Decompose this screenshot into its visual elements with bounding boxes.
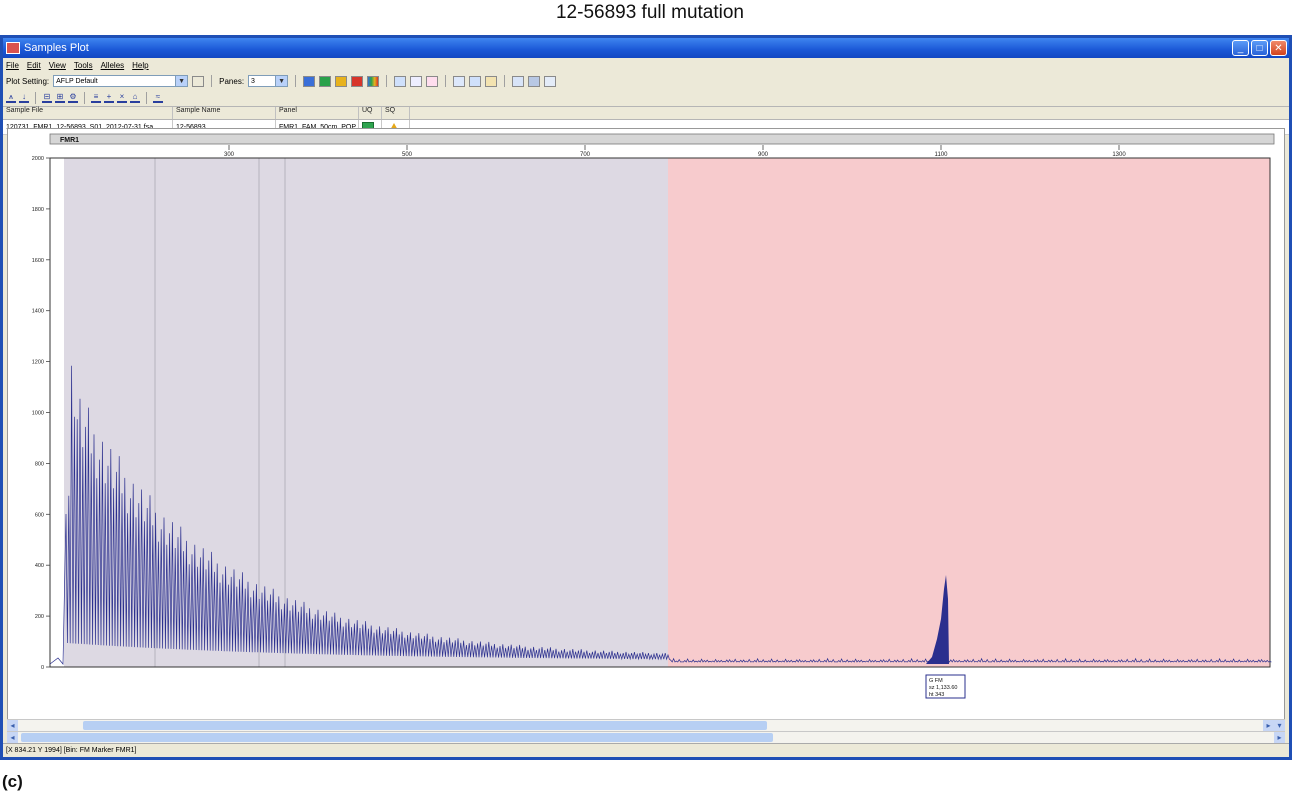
toolbar-top: Plot Setting: AFLP Default ▼ Panes: 3 ▼ xyxy=(3,72,1289,90)
settings-icon[interactable]: ⚙ xyxy=(68,93,78,103)
menu-edit[interactable]: Edit xyxy=(27,61,41,70)
col-uq[interactable]: UQ xyxy=(359,107,382,119)
electropherogram-icon[interactable]: ≈ xyxy=(153,93,163,103)
y-tick-label: 800 xyxy=(35,461,44,467)
marker-bar-label: FMR1 xyxy=(60,137,79,144)
col-panel[interactable]: Panel xyxy=(276,107,359,119)
menu-view[interactable]: View xyxy=(49,61,66,70)
zoom-icon[interactable] xyxy=(453,75,466,87)
all-dyes-icon[interactable] xyxy=(367,75,380,87)
menu-tools[interactable]: Tools xyxy=(74,61,93,70)
chevron-down-icon[interactable]: ▼ xyxy=(175,76,188,86)
figure-title: 12-56893 full mutation xyxy=(555,2,744,23)
peak-label-line-1: G FM xyxy=(929,678,943,684)
scrollbar-thumb[interactable] xyxy=(83,721,767,730)
peak-label-line-2: sz 1,133.60 xyxy=(929,685,957,691)
y-tick-label: 2000 xyxy=(32,156,44,162)
y-tick-label: 400 xyxy=(35,563,44,569)
show-bins-icon[interactable] xyxy=(394,75,407,87)
red-dye-icon[interactable] xyxy=(351,75,364,87)
y-tick-label: 1800 xyxy=(32,207,44,213)
y-tick-label: 600 xyxy=(35,512,44,518)
col-sample-name[interactable]: Sample Name xyxy=(173,107,276,119)
peak-icon[interactable]: ⩚ xyxy=(6,93,16,103)
horizontal-scrollbar-2[interactable]: ◂ ▸ xyxy=(7,731,1285,743)
x-tick-label: 1300 xyxy=(1112,152,1126,158)
grid-icon[interactable] xyxy=(528,75,541,87)
fit-icon[interactable]: ⊞ xyxy=(55,93,65,103)
peak-label-box[interactable]: G FM sz 1,133.60 ht 343 xyxy=(925,674,966,699)
add-peak-icon[interactable]: + xyxy=(104,93,114,103)
plot-setting-select[interactable]: AFLP Default ▼ xyxy=(53,75,189,87)
plot-setting-edit-icon[interactable] xyxy=(192,75,205,87)
y-tick-label: 1000 xyxy=(32,411,44,417)
stack-icon[interactable] xyxy=(469,75,482,87)
y-tick-label: 1600 xyxy=(32,258,44,264)
toolbar-bottom: ⩚ ↓ ⊟ ⊞ ⚙ ≡ + × ⌂ ≈ xyxy=(3,90,1289,106)
y-tick-label: 200 xyxy=(35,614,44,620)
y-tick-label: 1400 xyxy=(32,309,44,315)
x-tick-label: 300 xyxy=(224,152,235,158)
menu-help[interactable]: Help xyxy=(132,61,148,70)
sample-grid-header: Sample File Sample Name Panel UQ SQ xyxy=(3,106,1289,120)
app-icon xyxy=(6,42,20,54)
minimize-button[interactable]: _ xyxy=(1232,40,1249,56)
list-icon[interactable]: ≡ xyxy=(91,93,101,103)
scroll-left-icon[interactable]: ◂ xyxy=(7,720,18,731)
label-icon[interactable]: ⌂ xyxy=(130,93,140,103)
sizing-icon[interactable] xyxy=(485,75,498,87)
print-icon[interactable] xyxy=(544,75,557,87)
y-tick-label: 1200 xyxy=(32,360,44,366)
col-sq[interactable]: SQ xyxy=(382,107,410,119)
electropherogram-plot[interactable]: FMR1 300 500 700 900 1100 1300 0 200 400 600 800 1… xyxy=(8,129,1284,719)
overlay-icon[interactable] xyxy=(426,75,439,87)
marker-bar[interactable] xyxy=(49,133,1275,145)
table-icon[interactable] xyxy=(512,75,525,87)
window-title: Samples Plot xyxy=(24,42,89,54)
col-sample-file[interactable]: Sample File xyxy=(3,107,173,119)
scroll-down-icon[interactable]: ▾ xyxy=(1274,720,1285,731)
panes-select[interactable]: 3 ▼ xyxy=(248,75,289,87)
scrollbar-thumb[interactable] xyxy=(21,733,773,742)
blue-dye-icon[interactable] xyxy=(303,75,316,87)
figure-label: (c) xyxy=(2,772,23,791)
close-button[interactable]: ✕ xyxy=(1270,40,1287,56)
horizontal-scrollbar-1[interactable]: ◂ ▸ ▾ xyxy=(7,719,1285,731)
down-arrow-icon[interactable]: ↓ xyxy=(19,93,29,103)
scroll-left-icon[interactable]: ◂ xyxy=(7,732,18,743)
status-text: [X 834.21 Y 1994] [Bin: FM Marker FMR1] xyxy=(6,747,137,754)
yellow-dye-icon[interactable] xyxy=(335,75,348,87)
menu-bar: File Edit View Tools Alleles Help xyxy=(3,58,1289,72)
electropherogram-panel[interactable]: FMR1 300 500 700 900 1100 1300 0 200 400 600 800 1… xyxy=(7,128,1285,720)
panes-label: Panes: xyxy=(219,76,245,86)
scroll-right-icon[interactable]: ▸ xyxy=(1274,732,1285,743)
title-bar: Samples Plot _ □ ✕ xyxy=(3,38,1289,58)
plot-setting-value: AFLP Default xyxy=(56,77,98,85)
x-tick-label: 500 xyxy=(402,152,413,158)
show-peaks-icon[interactable] xyxy=(410,75,423,87)
peak-label-line-3: ht 343 xyxy=(929,692,944,698)
x-tick-label: 900 xyxy=(758,152,769,158)
x-tick-label: 700 xyxy=(580,152,591,158)
green-dye-icon[interactable] xyxy=(319,75,332,87)
panes-value: 3 xyxy=(251,77,255,85)
plot-setting-label: Plot Setting: xyxy=(6,76,50,86)
status-bar: [X 834.21 Y 1994] [Bin: FM Marker FMR1] xyxy=(3,743,1289,757)
y-tick-label: 0 xyxy=(41,665,44,671)
x-tick-label: 1100 xyxy=(935,152,949,158)
samples-plot-window: Samples Plot _ □ ✕ File Edit View Tools … xyxy=(0,35,1292,760)
delete-peak-icon[interactable]: × xyxy=(117,93,127,103)
scroll-right-icon[interactable]: ▸ xyxy=(1263,720,1274,731)
chevron-down-icon[interactable]: ▼ xyxy=(275,76,288,86)
menu-alleles[interactable]: Alleles xyxy=(101,61,125,70)
maximize-button[interactable]: □ xyxy=(1251,40,1268,56)
zoom-out-icon[interactable]: ⊟ xyxy=(42,93,52,103)
fm-bin-region[interactable] xyxy=(668,158,1270,667)
menu-file[interactable]: File xyxy=(6,61,19,70)
